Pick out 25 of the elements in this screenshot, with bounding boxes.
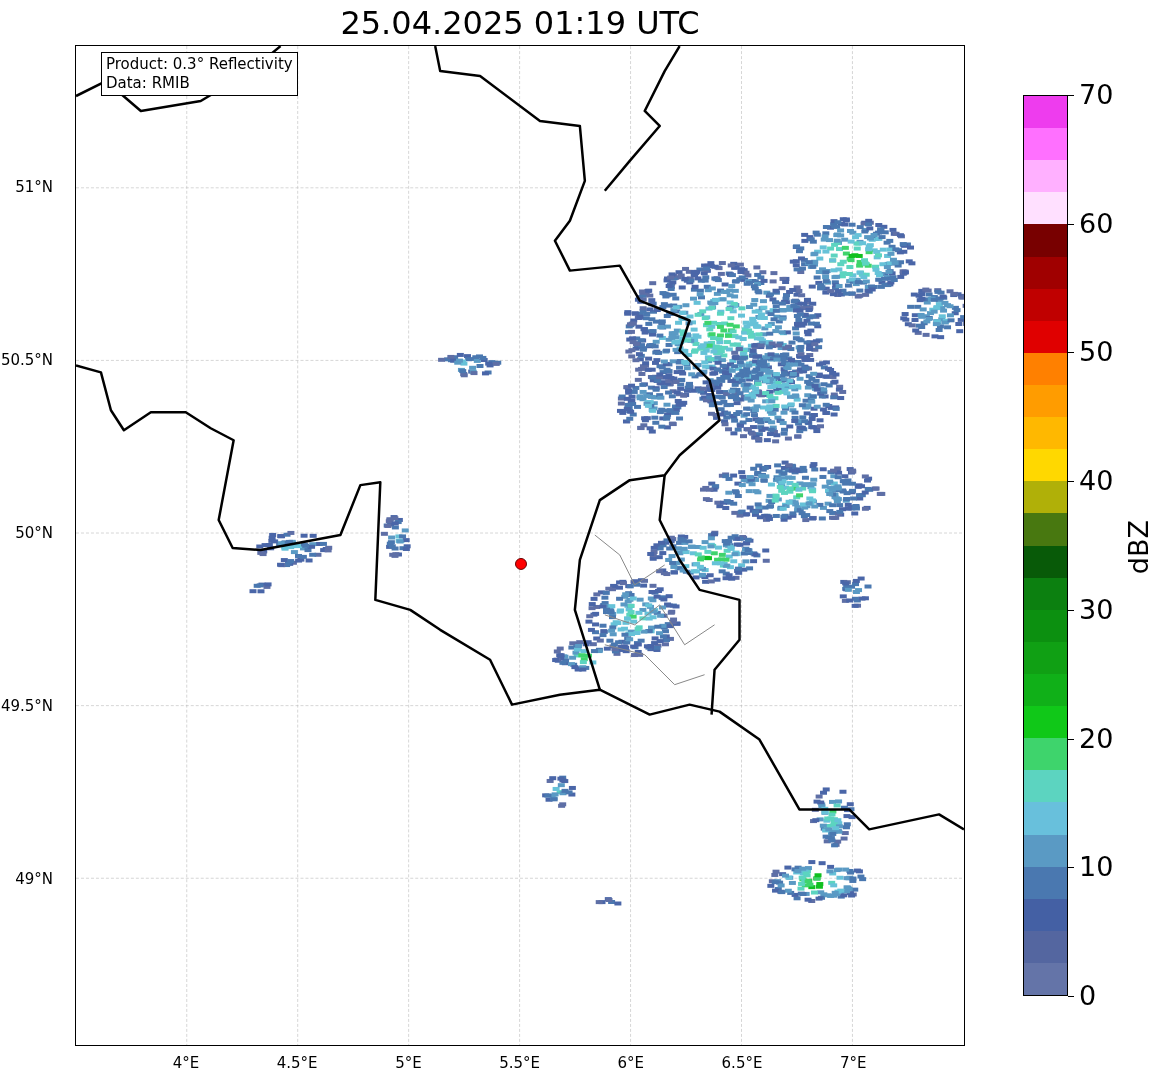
- chart-title: 25.04.2025 01:19 UTC: [340, 3, 700, 43]
- axis-tick-label: 4.5°E: [276, 1054, 318, 1072]
- colorbar-tick-label: 50: [1068, 337, 1114, 368]
- axis-tick-label: 4°E: [172, 1054, 200, 1072]
- axis-tick-label: 7°E: [839, 1054, 867, 1072]
- colorbar-tick-label: 60: [1068, 208, 1114, 239]
- colorbar-tick-label: 10: [1068, 852, 1114, 883]
- colorbar-tick-label: 70: [1068, 80, 1114, 110]
- colorbar-label: dBZ: [1123, 520, 1155, 575]
- axis-tick-label: 49°N: [15, 870, 53, 888]
- axis-tick-label: 6°E: [617, 1054, 645, 1072]
- axis-tick-label: 51°N: [15, 178, 53, 196]
- axis-tick-label: 5.5°E: [499, 1054, 540, 1072]
- colorbar-tick-label: 0: [1068, 981, 1097, 1011]
- colorbar-tick-label: 40: [1068, 466, 1114, 497]
- axis-tick-label: 49.5°N: [0, 697, 53, 715]
- axis-tick-label: 50°N: [15, 524, 53, 542]
- legend-text: Data: RMIB: [106, 74, 191, 93]
- legend-text: Product: 0.3° Reflectivity: [106, 55, 293, 74]
- radar-site-marker: [515, 557, 527, 570]
- axis-tick-label: 5°E: [395, 1054, 422, 1072]
- colorbar-tick-label: 20: [1068, 723, 1114, 754]
- colorbar-tick-label: 30: [1068, 594, 1114, 625]
- axis-tick-label: 50.5°N: [0, 351, 53, 369]
- axis-tick-label: 6.5°E: [721, 1054, 763, 1072]
